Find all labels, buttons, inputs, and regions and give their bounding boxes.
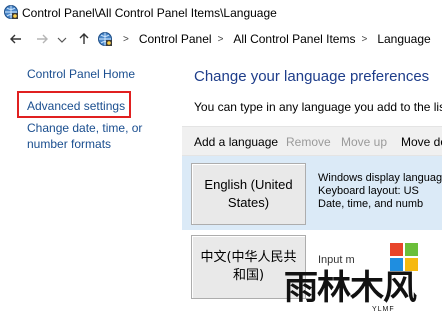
move-up-button[interactable]: Move up	[341, 135, 387, 149]
breadcrumb-control-panel[interactable]: Control Panel	[139, 32, 212, 46]
move-down-button[interactable]: Move do	[401, 135, 442, 149]
title-bar: Control Panel\All Control Panel Items\La…	[0, 0, 442, 26]
page-title: Change your language preferences	[194, 68, 430, 85]
arrow-right-icon[interactable]	[32, 29, 52, 49]
breadcrumb: > Control Panel > All Control Panel Item…	[97, 30, 431, 48]
arrow-left-icon[interactable]	[6, 29, 26, 49]
date-time-text: Date, time, and numb	[318, 198, 424, 210]
watermark-text: 雨林木风	[284, 268, 417, 308]
window-title: Control Panel\All Control Panel Items\La…	[22, 6, 277, 20]
remove-button[interactable]: Remove	[286, 135, 331, 149]
page-description: You can type in any language you add to …	[194, 100, 442, 114]
language-english-button[interactable]: English (United States)	[191, 163, 306, 225]
language-details: Windows display language Keyboard layout…	[318, 172, 442, 211]
breadcrumb-separator: >	[361, 33, 368, 45]
change-date-time-link[interactable]: Change date, time, or number formats	[27, 120, 182, 152]
control-panel-icon	[3, 4, 19, 20]
breadcrumb-language[interactable]: Language	[377, 32, 430, 46]
arrow-up-icon[interactable]	[74, 29, 94, 49]
language-toolbar: Add a language Remove Move up Move do	[182, 126, 442, 156]
display-language-text: Windows display language	[318, 172, 442, 184]
advanced-settings-link[interactable]: Advanced settings	[27, 98, 125, 114]
keyboard-layout-text: Keyboard layout: US	[318, 185, 419, 197]
list-item[interactable]: English (United States) Windows display …	[182, 156, 442, 230]
breadcrumb-separator: >	[217, 33, 224, 45]
watermark: 雨林木风 YLMF	[284, 236, 442, 315]
address-bar: > Control Panel > All Control Panel Item…	[0, 26, 442, 52]
sidebar: Control Panel Home Advanced settings Cha…	[0, 52, 182, 315]
control-panel-home-link[interactable]: Control Panel Home	[27, 66, 135, 82]
breadcrumb-separator: >	[123, 33, 129, 45]
add-language-button[interactable]: Add a language	[194, 135, 278, 149]
watermark-subtext: YLMF	[372, 306, 395, 313]
breadcrumb-all-items[interactable]: All Control Panel Items	[233, 32, 355, 46]
chevron-down-icon[interactable]	[52, 29, 67, 49]
control-panel-icon	[97, 31, 113, 47]
